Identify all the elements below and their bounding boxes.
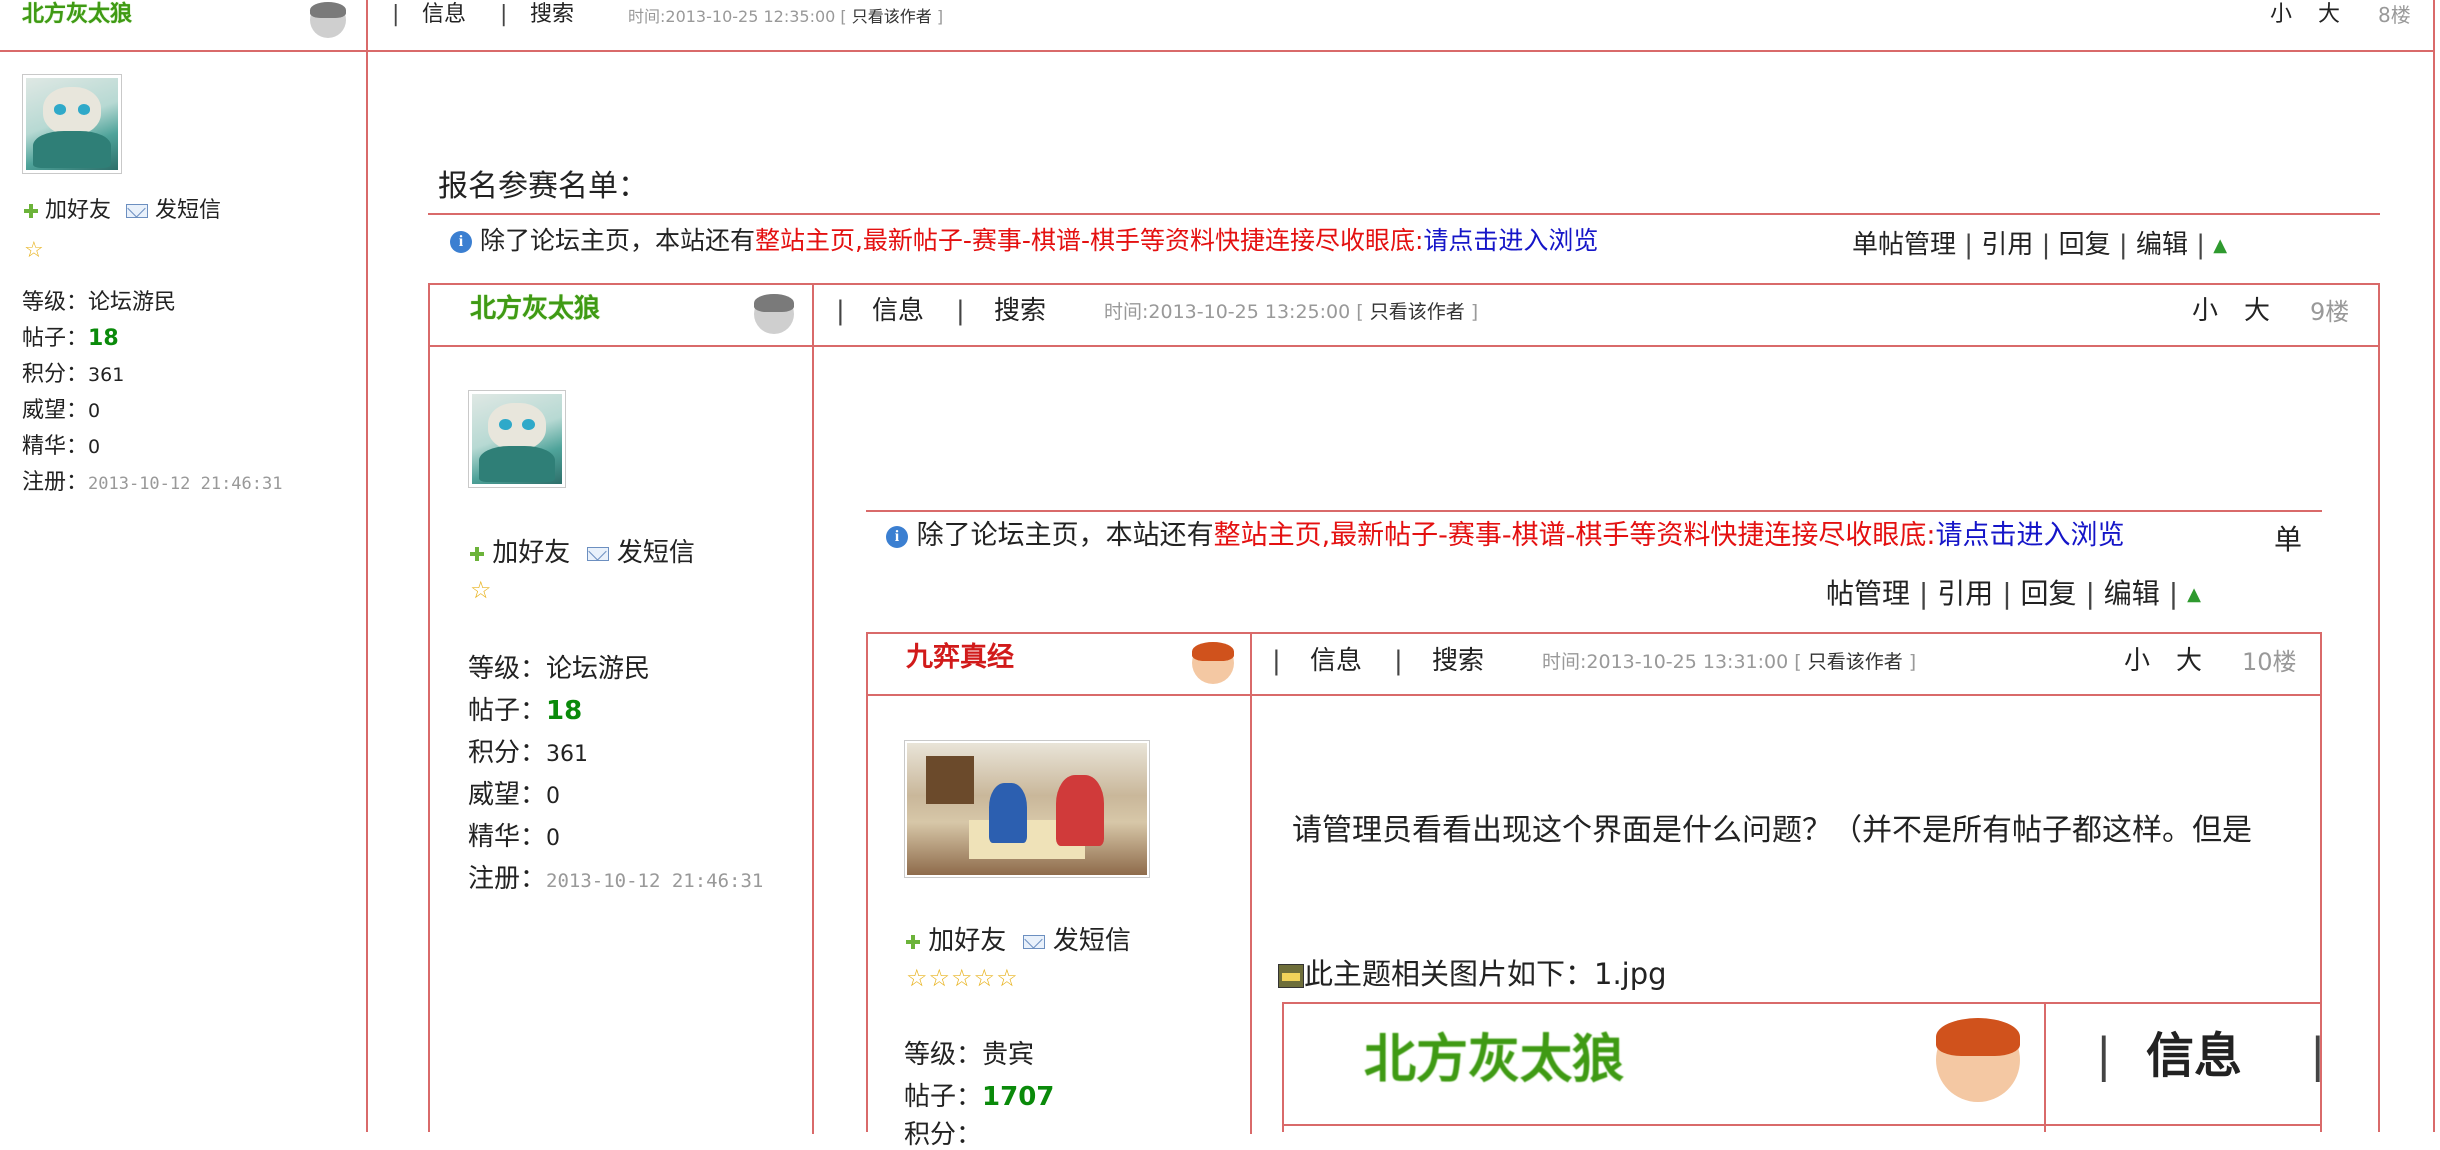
post-8-username[interactable]: 北方灰太狼 (22, 4, 132, 26)
post-9-only-author[interactable]: 只看该作者 (1370, 301, 1465, 323)
post-9-quote[interactable]: 引用 (1937, 577, 1993, 610)
post-9-site-link[interactable]: 整站主页,最新帖子-赛事-棋谱-棋手等资料快捷连接尽收眼底: (1214, 520, 1936, 551)
post-8-send-msg[interactable]: 发短信 (155, 198, 221, 223)
post-8-site-link[interactable]: 整站主页,最新帖子-赛事-棋谱-棋手等资料快捷连接尽收眼底: (755, 226, 1423, 255)
post-9-actions: 帖管理 | 引用 | 回复 | 编辑 | ▲ (1826, 577, 2201, 610)
post-9-points: 积分：361 (468, 738, 589, 768)
post-8-prestige: 威望：0 (22, 398, 101, 423)
mail-icon (126, 204, 149, 218)
post-9-reply[interactable]: 回复 (2021, 577, 2077, 610)
post-9-prestige: 威望：0 (468, 780, 561, 810)
post-9-register: 注册：2013-10-12 21:46:31 (468, 864, 764, 894)
post-10-font-small[interactable]: 小 (2124, 648, 2150, 674)
post-9-send-msg[interactable]: 发短信 (617, 538, 695, 568)
post-9-username[interactable]: 北方灰太狼 (470, 296, 600, 322)
post-8-body-title: 报名参赛名单： (438, 169, 648, 204)
post-9-notice: i 除了论坛主页，本站还有整站主页,最新帖子-赛事-棋谱-棋手等资料快捷连接尽收… (886, 522, 2125, 549)
post-10-avatar[interactable] (904, 740, 1150, 878)
post-9-gender-icon (754, 294, 794, 334)
embedded-info: 信息 (2146, 1028, 2243, 1084)
post-8-elite: 精华：0 (22, 434, 101, 459)
mail-icon (586, 546, 609, 561)
post-10-gender-icon (1192, 642, 1234, 684)
post-9-info-link[interactable]: 信息 (872, 298, 924, 324)
mail-icon (1022, 934, 1045, 949)
post-9-enter-link[interactable]: 请点击进入浏览 (1936, 520, 2125, 551)
post-9-manage[interactable]: 帖管理 (1826, 577, 1910, 610)
add-friend-icon (906, 934, 920, 949)
info-icon: i (450, 231, 472, 253)
post-8-level: 等级：论坛游民 (22, 290, 177, 315)
post-10-only-author[interactable]: 只看该作者 (1808, 651, 1903, 673)
embedded-gender-icon (1936, 1018, 2020, 1102)
jpg-file-icon (1278, 964, 1304, 988)
post-8-posts: 帖子：18 (22, 326, 119, 351)
add-friend-icon (24, 204, 38, 218)
post-8-actions: 单帖管理 | 引用 | 回复 | 编辑 | ▲ (1852, 230, 2228, 260)
post-10-points: 积分： (904, 1120, 983, 1150)
post-10-time: 时间:2013-10-25 13:31:00 [ 只看该作者 ] (1542, 651, 1917, 673)
add-friend-icon (470, 546, 484, 561)
post-8-register: 注册：2013-10-12 21:46:31 (22, 470, 283, 495)
post-8-reply[interactable]: 回复 (2059, 230, 2111, 260)
info-icon: i (886, 525, 908, 548)
post-9-edit[interactable]: 编辑 (2104, 577, 2160, 610)
post-10-floor: 10楼 (2242, 648, 2297, 676)
post-8-floor: 8楼 (2378, 3, 2411, 27)
post-9-search-link[interactable]: 搜索 (994, 298, 1046, 324)
post-9-level: 等级：论坛游民 (468, 654, 651, 684)
post-10-username[interactable]: 九弈真经 (906, 644, 1014, 671)
post-10-level: 等级：贵宾 (904, 1040, 1035, 1070)
post-8-time: 时间:2013-10-25 12:35:00 [ 只看该作者 ] (628, 7, 944, 26)
post-8-add-friend[interactable]: 加好友 (45, 198, 111, 223)
post-10-rank-stars: ☆☆☆☆☆ (906, 964, 1019, 992)
post-9-avatar[interactable] (468, 390, 566, 488)
post-10-info-link[interactable]: 信息 (1310, 648, 1362, 674)
post-9-add-friend[interactable]: 加好友 (492, 538, 570, 568)
post-8-only-author[interactable]: 只看该作者 (852, 7, 932, 26)
post-9-font-small[interactable]: 小 (2192, 298, 2218, 324)
post-8-rank-stars: ☆ (24, 238, 45, 263)
post-8-edit[interactable]: 编辑 (2136, 230, 2188, 260)
post-9-elite: 精华：0 (468, 822, 561, 852)
post-8-points: 积分：361 (22, 362, 125, 387)
post-9-time: 时间:2013-10-25 13:25:00 [ 只看该作者 ] (1104, 301, 1479, 323)
post-9-posts: 帖子：18 (468, 696, 583, 726)
post-8-manage[interactable]: 单帖管理 (1852, 230, 1956, 260)
post-8-font-small[interactable]: 小 (2270, 4, 2292, 26)
post-8-quote[interactable]: 引用 (1981, 230, 2033, 260)
back-to-top-icon[interactable]: ▲ (2187, 586, 2201, 604)
embedded-username: 北方灰太狼 (1364, 1030, 1625, 1090)
post-10-body-text: 请管理员看看出现这个界面是什么问题？（并不是所有帖子都这样。但是 (1292, 813, 2252, 848)
post-8-avatar[interactable] (22, 74, 122, 174)
post-10-add-friend[interactable]: 加好友 (928, 926, 1006, 956)
post-9-rank-stars: ☆ (470, 576, 493, 604)
post-9-manage-first[interactable]: 单 (2274, 526, 2302, 554)
post-10-attachment: 此主题相关图片如下：1.jpg (1278, 960, 1667, 989)
post-8-notice: i 除了论坛主页，本站还有整站主页,最新帖子-赛事-棋谱-棋手等资料快捷连接尽收… (450, 228, 1598, 253)
post-9-font-large[interactable]: 大 (2244, 298, 2270, 324)
embedded-screenshot[interactable]: 北方灰太狼 | 信息 | (1282, 1002, 2320, 1132)
back-to-top-icon[interactable]: ▲ (2213, 236, 2227, 255)
post-8-gender-icon (310, 2, 346, 38)
post-8-font-large[interactable]: 大 (2318, 4, 2340, 26)
post-8-search-link[interactable]: 搜索 (530, 4, 574, 26)
post-10-posts: 帖子：1707 (904, 1082, 1055, 1112)
post-9-floor: 9楼 (2310, 298, 2350, 326)
post-10-send-msg[interactable]: 发短信 (1053, 926, 1131, 956)
post-10-font-large[interactable]: 大 (2176, 648, 2202, 674)
post-8-info-link[interactable]: 信息 (422, 4, 466, 26)
post-8-enter-link[interactable]: 请点击进入浏览 (1423, 226, 1598, 255)
post-10-content: 请管理员看看出现这个界面是什么问题？（并不是所有帖子都这样。但是 此主题相关图片… (1252, 694, 2320, 1132)
post-10-search-link[interactable]: 搜索 (1432, 648, 1484, 674)
post-10-attachment-link[interactable]: 此主题相关图片如下：1.jpg (1304, 957, 1667, 991)
